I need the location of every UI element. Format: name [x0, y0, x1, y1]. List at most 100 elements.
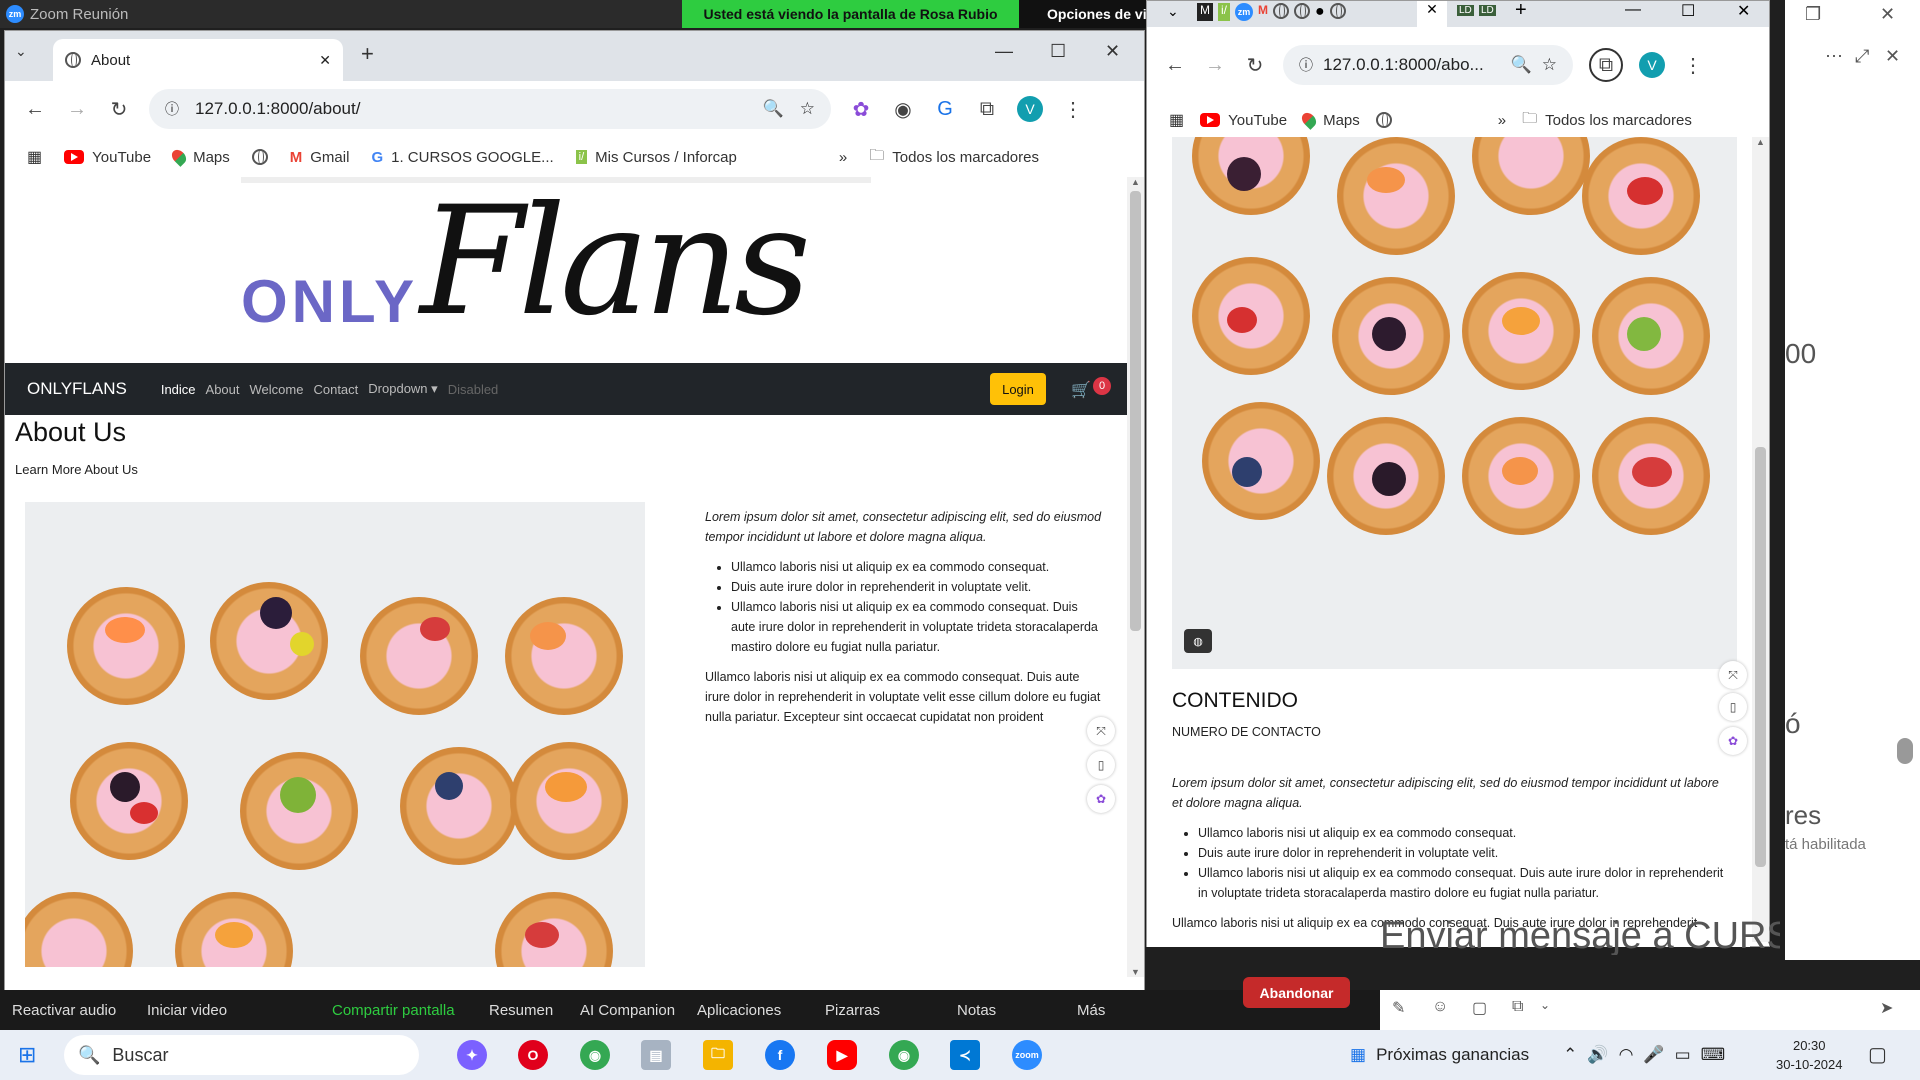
popout-icon[interactable]: ⤢: [1855, 46, 1869, 67]
reload-icon[interactable]: ↻: [1243, 53, 1267, 78]
bookmark-youtube[interactable]: YouTube: [64, 149, 151, 166]
extensions-icon[interactable]: ⧉: [975, 98, 999, 121]
bookmark-youtube[interactable]: YouTube: [1200, 112, 1287, 129]
vscode-icon[interactable]: ≺: [950, 1040, 980, 1070]
navbar-brand[interactable]: ONLYFLANS: [27, 379, 127, 399]
scroll-down-icon[interactable]: ▼: [1131, 967, 1140, 977]
nav-link-about[interactable]: About: [206, 382, 240, 397]
reload-icon[interactable]: ↻: [107, 97, 131, 122]
minimize-icon[interactable]: —: [995, 41, 1013, 62]
youtube-app-icon[interactable]: ▶: [827, 1040, 857, 1070]
side-capture-icon[interactable]: ⤧: [1087, 717, 1115, 745]
nav-link-indice[interactable]: Indice: [161, 382, 196, 397]
more-bookmarks-icon[interactable]: »: [1498, 112, 1506, 129]
tab-icon-zoom[interactable]: zm: [1235, 3, 1253, 21]
whiteboards-button[interactable]: Pizarras: [825, 1002, 880, 1019]
nav-link-welcome[interactable]: Welcome: [250, 382, 304, 397]
side-capture-icon[interactable]: ⤧: [1719, 661, 1747, 689]
tab-icon-globe[interactable]: [1294, 3, 1310, 19]
app-icon[interactable]: ▤: [641, 1040, 671, 1070]
more-button[interactable]: Más: [1077, 1002, 1105, 1019]
scrollbar-thumb[interactable]: [1755, 447, 1766, 867]
profile-avatar[interactable]: V: [1639, 52, 1665, 78]
back-icon[interactable]: ←: [1163, 54, 1187, 77]
copilot-icon[interactable]: ✦: [457, 1040, 487, 1070]
battery-icon[interactable]: ▭: [1675, 1045, 1691, 1065]
file-icon[interactable]: ▢: [1472, 998, 1487, 1018]
extension-translate-icon[interactable]: G: [933, 98, 957, 121]
all-bookmarks-folder[interactable]: 🗀 Todos los marcadores: [1522, 108, 1692, 133]
bookmark-inforcap[interactable]: i/Mis Cursos / Inforcap: [575, 149, 737, 166]
close-window-icon[interactable]: ✕: [1737, 1, 1750, 21]
back-icon[interactable]: ←: [23, 98, 47, 121]
restore-icon[interactable]: ❐: [1805, 4, 1821, 25]
minimize-icon[interactable]: —: [1625, 1, 1641, 19]
tab-about[interactable]: About ✕: [53, 39, 343, 81]
bookmark-star-icon[interactable]: ☆: [800, 99, 815, 119]
tab-icon-gmail[interactable]: M: [1258, 3, 1268, 21]
tab-icon-ld[interactable]: LD: [1457, 5, 1474, 16]
facebook-icon[interactable]: f: [765, 1040, 795, 1070]
maximize-icon[interactable]: ☐: [1681, 1, 1695, 21]
screenshot-icon[interactable]: ⧉: [1512, 998, 1523, 1016]
scrollbar-thumb[interactable]: [1130, 191, 1141, 631]
tab-icon-m[interactable]: M: [1197, 3, 1213, 21]
close-window-icon[interactable]: ✕: [1105, 41, 1120, 62]
side-book-icon[interactable]: ▯: [1719, 693, 1747, 721]
zoom-icon[interactable]: 🔍: [763, 99, 784, 119]
chat-scrollbar[interactable]: [1897, 738, 1913, 764]
close-tab-icon[interactable]: ✕: [319, 52, 331, 69]
ai-companion-button[interactable]: AI Companion: [580, 1002, 675, 1019]
address-bar[interactable]: ⓘ 127.0.0.1:8000/about/ 🔍 ☆: [149, 89, 831, 129]
apps-icon[interactable]: ▦: [27, 147, 42, 167]
mic-icon[interactable]: 🎤: [1643, 1045, 1664, 1065]
leave-meeting-button[interactable]: Abandonar: [1243, 977, 1350, 1008]
taskbar-search[interactable]: 🔍 Buscar: [64, 1035, 419, 1075]
more-icon[interactable]: ⋯: [1825, 46, 1843, 67]
chevron-up-icon[interactable]: ⌃: [1563, 1045, 1577, 1065]
unmute-button[interactable]: Reactivar audio: [12, 1002, 116, 1019]
file-explorer-icon[interactable]: 🗀: [703, 1040, 733, 1070]
cart-icon[interactable]: 🛒: [1071, 380, 1091, 400]
maximize-icon[interactable]: ☐: [1050, 41, 1066, 62]
tab-icon-inforcap[interactable]: i/: [1218, 3, 1230, 21]
forward-icon[interactable]: →: [1203, 54, 1227, 77]
page-scrollbar[interactable]: ▲: [1752, 137, 1769, 942]
forward-icon[interactable]: →: [65, 98, 89, 121]
side-brain-icon[interactable]: ✿: [1719, 727, 1747, 755]
nav-link-contact[interactable]: Contact: [313, 382, 358, 397]
tab-icon-github[interactable]: ●: [1315, 3, 1325, 21]
menu-icon[interactable]: ⋮: [1681, 53, 1705, 78]
zoom-app-icon[interactable]: zoom: [1012, 1040, 1042, 1070]
close-panel-icon[interactable]: ✕: [1885, 46, 1900, 67]
more-bookmarks-icon[interactable]: »: [839, 149, 847, 166]
tab-search-icon[interactable]: ⌄: [1167, 3, 1179, 20]
close-tab-icon[interactable]: ✕: [1417, 1, 1447, 27]
bookmark-maps[interactable]: Maps: [1299, 110, 1360, 130]
nav-dropdown[interactable]: Dropdown ▾: [368, 381, 437, 397]
menu-icon[interactable]: ⋮: [1061, 97, 1085, 122]
notifications-icon[interactable]: ▢: [1868, 1042, 1887, 1067]
chrome-icon[interactable]: ◉: [580, 1040, 610, 1070]
scroll-up-icon[interactable]: ▲: [1131, 177, 1140, 187]
volume-icon[interactable]: 🔊: [1587, 1045, 1608, 1065]
opera-icon[interactable]: O: [518, 1040, 548, 1070]
news-widget-icon[interactable]: ▦: [1350, 1045, 1366, 1065]
format-icon[interactable]: ✎: [1392, 998, 1405, 1018]
new-tab-icon[interactable]: +: [1515, 0, 1527, 22]
scroll-up-icon[interactable]: ▲: [1756, 137, 1765, 147]
chevron-down-icon[interactable]: ⌄: [1540, 998, 1550, 1012]
bookmark-cursos-google[interactable]: G 1. CURSOS GOOGLE...: [371, 149, 553, 166]
bookmark-globe-icon[interactable]: [251, 149, 268, 165]
chrome-profile-icon[interactable]: ◉: [889, 1040, 919, 1070]
zoom-icon[interactable]: 🔍: [1511, 55, 1532, 75]
chat-input-placeholder[interactable]: Enviar mensaje a CURSO P...: [1380, 915, 1780, 955]
bookmark-gmail[interactable]: M Gmail: [290, 149, 350, 166]
image-lens-icon[interactable]: ◍: [1184, 629, 1212, 653]
new-tab-icon[interactable]: +: [361, 41, 374, 67]
profile-avatar[interactable]: V: [1017, 96, 1043, 122]
bookmark-maps[interactable]: Maps: [169, 147, 230, 167]
apps-button[interactable]: Aplicaciones: [697, 1002, 781, 1019]
extension-record-icon[interactable]: ◉: [891, 97, 915, 122]
extensions-icon[interactable]: ⧉: [1589, 48, 1623, 82]
